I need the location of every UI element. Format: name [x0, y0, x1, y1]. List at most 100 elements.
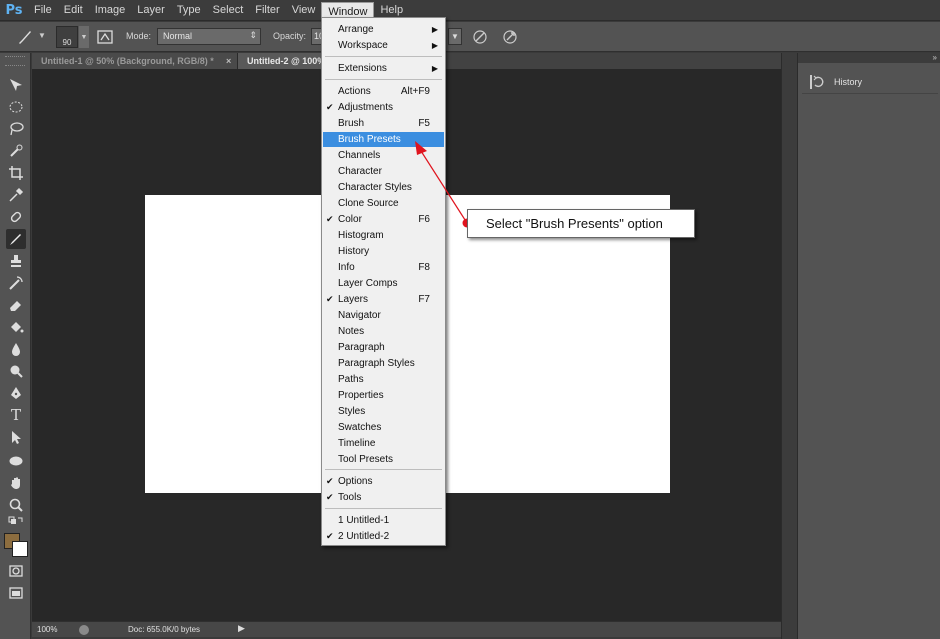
opacity-label: Opacity: — [273, 31, 307, 41]
shortcut-label: F8 — [418, 262, 430, 273]
menu-item-untitled-1[interactable]: 1 Untitled-1 — [323, 513, 444, 528]
menu-item-extensions[interactable]: Extensions ▶ — [323, 61, 444, 76]
collapse-panels-icon[interactable]: » — [933, 53, 937, 62]
menu-item-paragraph[interactable]: Paragraph — [323, 340, 444, 355]
menu-item-adjustments[interactable]: ✔ Adjustments — [323, 100, 444, 115]
menu-item-untitled-2[interactable]: ✔ 2 Untitled-2 — [323, 529, 444, 544]
checkmark-icon: ✔ — [326, 294, 334, 304]
menu-item-brush[interactable]: Brush F5 — [323, 116, 444, 131]
history-panel-button[interactable]: History — [802, 70, 938, 94]
menu-item-options[interactable]: ✔ Options — [323, 474, 444, 489]
menu-item-character-styles[interactable]: Character Styles — [323, 180, 444, 195]
menu-edit[interactable]: Edit — [58, 0, 89, 21]
menu-item-swatches[interactable]: Swatches — [323, 420, 444, 435]
menu-item-layers[interactable]: ✔ Layers F7 — [323, 292, 444, 307]
quick-selection-tool-icon[interactable] — [6, 141, 26, 161]
menu-item-brush-presets[interactable]: Brush Presets — [323, 132, 444, 147]
menu-filter[interactable]: Filter — [249, 0, 285, 21]
airbrush-icon[interactable] — [470, 27, 490, 47]
path-selection-tool-icon[interactable] — [6, 427, 26, 447]
swap-colors-icon[interactable] — [6, 515, 26, 529]
healing-brush-tool-icon[interactable] — [6, 207, 26, 227]
menu-item-histogram[interactable]: Histogram — [323, 228, 444, 243]
lasso-tool-icon[interactable] — [6, 119, 26, 139]
paint-bucket-tool-icon[interactable] — [6, 317, 26, 337]
shortcut-label: Alt+F9 — [400, 86, 430, 97]
zoom-level-field[interactable]: 100% — [37, 625, 57, 634]
crop-tool-icon[interactable] — [6, 163, 26, 183]
menu-item-label: Brush Presets — [338, 134, 401, 145]
screen-mode-icon[interactable] — [6, 583, 26, 603]
status-info-icon[interactable] — [79, 625, 89, 635]
menu-item-arrange[interactable]: Arrange ▶ — [323, 22, 444, 37]
menu-image[interactable]: Image — [89, 0, 132, 21]
menu-select[interactable]: Select — [207, 0, 250, 21]
pen-tool-icon[interactable] — [6, 383, 26, 403]
menu-file[interactable]: File — [28, 0, 58, 21]
submenu-arrow-icon: ▶ — [431, 41, 438, 50]
hand-tool-icon[interactable] — [6, 473, 26, 493]
menu-item-label: Clone Source — [338, 198, 399, 209]
menu-layer[interactable]: Layer — [131, 0, 171, 21]
menu-item-clone-source[interactable]: Clone Source — [323, 196, 444, 211]
menu-item-channels[interactable]: Channels — [323, 148, 444, 163]
menu-item-label: 2 Untitled-2 — [338, 531, 390, 542]
menu-item-color[interactable]: ✔ Color F6 — [323, 212, 444, 227]
type-tool-icon[interactable]: T — [6, 405, 26, 425]
history-icon — [810, 74, 824, 89]
quick-mask-icon[interactable] — [6, 561, 26, 581]
eraser-tool-icon[interactable] — [6, 295, 26, 315]
document-tab-untitled-1[interactable]: Untitled-1 @ 50% (Background, RGB/8) * × — [32, 53, 238, 69]
mode-value: Normal — [163, 31, 193, 41]
photoshop-logo: Ps — [5, 2, 23, 18]
brush-picker-arrow-icon[interactable]: ▼ — [79, 26, 89, 48]
menu-item-label: Actions — [338, 86, 371, 97]
brush-size-picker[interactable]: 90 — [56, 26, 78, 48]
brush-tool-button-icon[interactable] — [6, 229, 26, 249]
background-color-swatch[interactable] — [12, 541, 28, 557]
menu-item-paragraph-styles[interactable]: Paragraph Styles — [323, 356, 444, 371]
menu-type[interactable]: Type — [171, 0, 207, 21]
menu-item-tool-presets[interactable]: Tool Presets — [323, 452, 444, 467]
menu-item-notes[interactable]: Notes — [323, 324, 444, 339]
move-tool-icon[interactable] — [6, 75, 26, 95]
marquee-tool-icon[interactable] — [6, 97, 26, 117]
close-icon[interactable]: × — [226, 53, 231, 69]
mode-select[interactable]: Normal ⇕ — [157, 28, 261, 45]
toolbar-grip-icon[interactable] — [5, 56, 25, 66]
menu-item-tools[interactable]: ✔ Tools — [323, 490, 444, 505]
menu-item-styles[interactable]: Styles — [323, 404, 444, 419]
menu-item-history[interactable]: History — [323, 244, 444, 259]
tools-panel: T — [0, 53, 31, 639]
menu-item-label: Color — [338, 214, 362, 225]
menu-item-label: Paragraph Styles — [338, 358, 415, 369]
tab-label: Untitled-2 @ 100% — [247, 56, 326, 66]
menu-item-info[interactable]: Info F8 — [323, 260, 444, 275]
menu-item-character[interactable]: Character — [323, 164, 444, 179]
menu-item-label: Adjustments — [338, 102, 394, 113]
menu-item-navigator[interactable]: Navigator — [323, 308, 444, 323]
tool-preset-dropdown-icon[interactable]: ▼ — [38, 31, 46, 40]
status-menu-arrow-icon[interactable]: ▶ — [238, 623, 245, 634]
blur-tool-icon[interactable] — [6, 339, 26, 359]
menu-item-properties[interactable]: Properties — [323, 388, 444, 403]
vertical-scrollbar[interactable] — [781, 53, 797, 639]
dodge-tool-icon[interactable] — [6, 361, 26, 381]
annotation-callout: Select "Brush Presents" option — [467, 209, 695, 238]
menu-item-workspace[interactable]: Workspace ▶ — [323, 38, 444, 53]
eyedropper-tool-icon[interactable] — [6, 185, 26, 205]
flow-dropdown-icon[interactable]: ▼ — [448, 28, 462, 45]
menu-item-paths[interactable]: Paths — [323, 372, 444, 387]
history-brush-tool-icon[interactable] — [6, 273, 26, 293]
toggle-brush-panel-icon[interactable] — [96, 28, 114, 46]
menu-item-label: Layer Comps — [338, 278, 398, 289]
zoom-tool-icon[interactable] — [6, 495, 26, 515]
menu-item-layer-comps[interactable]: Layer Comps — [323, 276, 444, 291]
clone-stamp-tool-icon[interactable] — [6, 251, 26, 271]
brush-tool-icon[interactable] — [16, 28, 34, 46]
ellipse-tool-icon[interactable] — [6, 451, 26, 471]
menu-item-actions[interactable]: Actions Alt+F9 — [323, 84, 444, 99]
menu-view[interactable]: View — [286, 0, 322, 21]
menu-item-timeline[interactable]: Timeline — [323, 436, 444, 451]
pressure-size-icon[interactable] — [500, 27, 520, 47]
